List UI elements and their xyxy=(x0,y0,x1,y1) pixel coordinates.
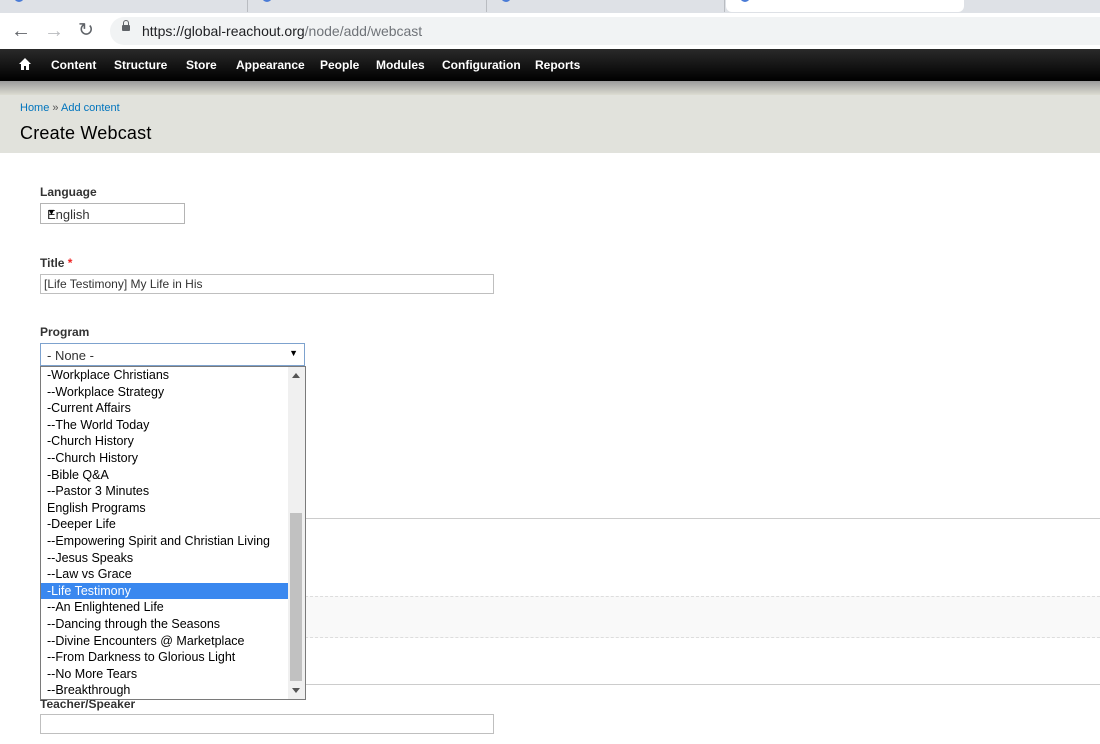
program-option[interactable]: --An Enlightened Life xyxy=(41,599,290,616)
reload-icon[interactable]: ↻ xyxy=(75,20,97,42)
scrollbar-thumb[interactable] xyxy=(290,513,302,681)
browser-tab[interactable] xyxy=(0,0,248,12)
title-input[interactable] xyxy=(40,274,494,294)
toolbar-item-appearance[interactable]: Appearance xyxy=(236,58,305,72)
admin-toolbar: Content Structure Store Appearance Peopl… xyxy=(0,49,1100,81)
toolbar-item-store[interactable]: Store xyxy=(186,58,217,72)
breadcrumb: Home » Add content xyxy=(20,102,120,114)
required-marker: * xyxy=(67,256,73,270)
program-options: -Workplace Christians --Workplace Strateg… xyxy=(41,367,290,699)
dropdown-arrow-icon: ▼ xyxy=(289,348,298,358)
program-option[interactable]: --Workplace Strategy xyxy=(41,384,290,401)
forward-arrow-icon[interactable]: → xyxy=(43,20,65,42)
program-label: Program xyxy=(40,325,90,339)
fieldset-divider xyxy=(305,684,1100,685)
browser-tab[interactable] xyxy=(248,0,487,12)
program-option[interactable]: --Pastor 3 Minutes xyxy=(41,483,290,500)
fieldset-divider xyxy=(305,518,1100,519)
program-option[interactable]: -Life Testimony xyxy=(41,582,290,600)
speaker-input[interactable] xyxy=(40,714,494,734)
toolbar-item-reports[interactable]: Reports xyxy=(535,58,580,72)
breadcrumb-add-content-link[interactable]: Add content xyxy=(61,102,120,114)
scroll-up-arrow-icon[interactable] xyxy=(292,373,300,378)
fieldset-region xyxy=(305,596,1100,638)
browser-tab-favicon-icon xyxy=(262,0,272,2)
url-field[interactable]: https://global-reachout.org/node/add/web… xyxy=(110,17,1100,45)
browser-tab-favicon-icon xyxy=(740,0,750,2)
toolbar-item-content[interactable]: Content xyxy=(51,58,96,72)
browser-tab-strip xyxy=(0,0,1100,13)
dropdown-scrollbar[interactable] xyxy=(288,367,305,699)
scroll-down-arrow-icon[interactable] xyxy=(292,688,300,693)
program-option[interactable]: -Workplace Christians xyxy=(41,367,290,384)
dropdown-arrow-icon: ▼ xyxy=(47,207,56,217)
breadcrumb-home-link[interactable]: Home xyxy=(20,102,49,114)
language-label: Language xyxy=(40,185,97,199)
toolbar-item-configuration[interactable]: Configuration xyxy=(442,58,521,72)
page-title: Create Webcast xyxy=(20,123,152,143)
browser-address-bar: ← → ↻ https://global-reachout.org/node/a… xyxy=(0,13,1100,50)
program-select[interactable]: - None - ▼ xyxy=(40,343,305,366)
program-option[interactable]: -Church History xyxy=(41,433,290,450)
language-select[interactable]: English ▼ xyxy=(40,203,185,224)
home-icon[interactable] xyxy=(18,57,32,71)
program-option[interactable]: --Breakthrough xyxy=(41,682,290,699)
toolbar-item-people[interactable]: People xyxy=(320,58,359,72)
program-option[interactable]: -Bible Q&A xyxy=(41,467,290,484)
browser-tab[interactable] xyxy=(966,0,1100,12)
program-option[interactable]: English Programs xyxy=(41,500,290,517)
toolbar-item-modules[interactable]: Modules xyxy=(376,58,425,72)
toolbar-item-structure[interactable]: Structure xyxy=(114,58,167,72)
url-path: /node/add/webcast xyxy=(304,23,423,39)
program-option[interactable]: --The World Today xyxy=(41,417,290,434)
url-host: https://global-reachout.org xyxy=(142,23,305,39)
back-arrow-icon[interactable]: ← xyxy=(10,20,32,42)
program-option[interactable]: --No More Tears xyxy=(41,666,290,683)
breadcrumb-separator: » xyxy=(52,102,59,114)
program-dropdown-list[interactable]: -Workplace Christians --Workplace Strateg… xyxy=(40,366,306,700)
toolbar-shadow xyxy=(0,81,1100,95)
browser-tab[interactable] xyxy=(487,0,725,12)
title-label: Title * xyxy=(40,256,72,270)
program-option[interactable]: --Church History xyxy=(41,450,290,467)
browser-tab-active[interactable] xyxy=(726,0,964,12)
title-label-text: Title xyxy=(40,256,65,270)
program-option[interactable]: --From Darkness to Glorious Light xyxy=(41,649,290,666)
program-option[interactable]: --Jesus Speaks xyxy=(41,550,290,567)
program-option[interactable]: -Deeper Life xyxy=(41,516,290,533)
program-option[interactable]: --Law vs Grace xyxy=(41,566,290,583)
browser-tab-favicon-icon xyxy=(14,0,24,2)
browser-tab-favicon-icon xyxy=(501,0,511,2)
program-option[interactable]: --Empowering Spirit and Christian Living xyxy=(41,533,290,550)
program-select-value: - None - xyxy=(47,348,94,363)
page-header: Home » Add content Create Webcast xyxy=(0,95,1100,153)
program-option[interactable]: --Divine Encounters @ Marketplace xyxy=(41,633,290,650)
lock-icon xyxy=(122,20,130,31)
program-option[interactable]: -Current Affairs xyxy=(41,400,290,417)
url-text: https://global-reachout.org/node/add/web… xyxy=(142,23,422,39)
program-option[interactable]: --Dancing through the Seasons xyxy=(41,616,290,633)
